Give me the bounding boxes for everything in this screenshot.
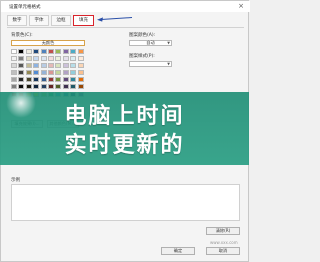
- color-swatch[interactable]: [77, 77, 84, 82]
- color-swatch[interactable]: [47, 70, 54, 75]
- color-swatch[interactable]: [25, 63, 32, 68]
- palette-row: [11, 49, 85, 54]
- pattern-color-label: 图案颜色(A):: [129, 33, 156, 38]
- dialog-title: 设置单元格格式: [9, 5, 41, 10]
- color-swatch[interactable]: [55, 84, 62, 89]
- color-swatch[interactable]: [62, 84, 69, 89]
- color-swatch[interactable]: [62, 63, 69, 68]
- color-swatch[interactable]: [25, 70, 32, 75]
- color-swatch[interactable]: [55, 49, 62, 54]
- color-swatch[interactable]: [40, 63, 47, 68]
- color-swatch[interactable]: [18, 56, 25, 61]
- color-swatch[interactable]: [62, 56, 69, 61]
- color-swatch[interactable]: [70, 56, 77, 61]
- color-swatch[interactable]: [33, 84, 40, 89]
- color-swatch[interactable]: [18, 49, 25, 54]
- color-swatch[interactable]: [62, 70, 69, 75]
- color-swatch[interactable]: [70, 77, 77, 82]
- color-swatch[interactable]: [18, 77, 25, 82]
- color-swatch[interactable]: [77, 70, 84, 75]
- color-swatch[interactable]: [11, 70, 17, 75]
- tab-bar: 数字 字体 边框 填充: [7, 15, 96, 27]
- color-swatch[interactable]: [47, 49, 54, 54]
- clear-button[interactable]: 清除(R): [206, 227, 240, 235]
- color-swatch[interactable]: [25, 56, 32, 61]
- color-swatch[interactable]: [11, 63, 17, 68]
- color-swatch[interactable]: [62, 49, 69, 54]
- color-swatch[interactable]: [11, 77, 17, 82]
- no-color-button[interactable]: 无颜色: [11, 40, 85, 46]
- pattern-style-label: 图案样式(P):: [129, 54, 155, 59]
- color-swatch[interactable]: [33, 49, 40, 54]
- color-swatch[interactable]: [77, 84, 84, 89]
- palette-row: [11, 70, 85, 75]
- ok-button[interactable]: 确定: [161, 247, 195, 255]
- pointer-arrow-icon: [97, 17, 133, 22]
- color-swatch[interactable]: [40, 56, 47, 61]
- color-swatch[interactable]: [70, 49, 77, 54]
- tab-divider: [7, 27, 244, 28]
- color-swatch[interactable]: [11, 56, 17, 61]
- color-swatch[interactable]: [18, 70, 25, 75]
- color-swatch[interactable]: [40, 77, 47, 82]
- color-swatch[interactable]: [11, 49, 17, 54]
- color-swatch[interactable]: [70, 84, 77, 89]
- pattern-style-select[interactable]: ▼: [129, 61, 172, 67]
- tab-font[interactable]: 字体: [29, 15, 49, 26]
- sample-preview: [11, 184, 240, 221]
- color-swatch[interactable]: [40, 84, 47, 89]
- color-swatch[interactable]: [55, 77, 62, 82]
- color-swatch[interactable]: [55, 70, 62, 75]
- color-swatch[interactable]: [25, 49, 32, 54]
- sample-label: 示例: [11, 178, 20, 183]
- color-swatch[interactable]: [33, 77, 40, 82]
- color-swatch[interactable]: [47, 77, 54, 82]
- tab-fill[interactable]: 填充: [73, 15, 94, 26]
- headline-line-2: 实时更新的: [64, 133, 185, 158]
- color-swatch[interactable]: [40, 49, 47, 54]
- palette-row: [11, 77, 85, 82]
- headline-line-1: 电脑上时间: [64, 104, 185, 129]
- color-swatch[interactable]: [47, 63, 54, 68]
- color-swatch[interactable]: [70, 63, 77, 68]
- color-swatch[interactable]: [33, 63, 40, 68]
- color-swatch[interactable]: [55, 63, 62, 68]
- color-swatch[interactable]: [47, 84, 54, 89]
- pattern-color-value: 自动: [146, 40, 155, 45]
- title-bar: 设置单元格格式 ×: [1, 1, 250, 12]
- palette-row: [11, 63, 85, 68]
- watermark-text: www.xxx.com: [210, 240, 238, 245]
- color-swatch[interactable]: [62, 77, 69, 82]
- chevron-down-icon: ▼: [167, 62, 170, 66]
- tab-number[interactable]: 数字: [7, 15, 27, 26]
- color-swatch[interactable]: [33, 70, 40, 75]
- pattern-color-select[interactable]: 自动 ▼: [129, 40, 172, 46]
- color-swatch[interactable]: [70, 70, 77, 75]
- close-icon[interactable]: ×: [238, 2, 244, 11]
- palette-row: [11, 56, 85, 61]
- color-swatch[interactable]: [25, 77, 32, 82]
- color-swatch[interactable]: [77, 56, 84, 61]
- color-swatch[interactable]: [33, 56, 40, 61]
- color-swatch[interactable]: [77, 49, 84, 54]
- tab-border[interactable]: 边框: [51, 15, 71, 26]
- cancel-button[interactable]: 取消: [206, 247, 240, 255]
- color-swatch[interactable]: [77, 63, 84, 68]
- color-swatch[interactable]: [18, 63, 25, 68]
- chevron-down-icon: ▼: [167, 41, 170, 45]
- color-swatch[interactable]: [40, 70, 47, 75]
- background-color-label: 背景色(C):: [11, 33, 33, 38]
- color-swatch[interactable]: [47, 56, 54, 61]
- color-swatch[interactable]: [55, 56, 62, 61]
